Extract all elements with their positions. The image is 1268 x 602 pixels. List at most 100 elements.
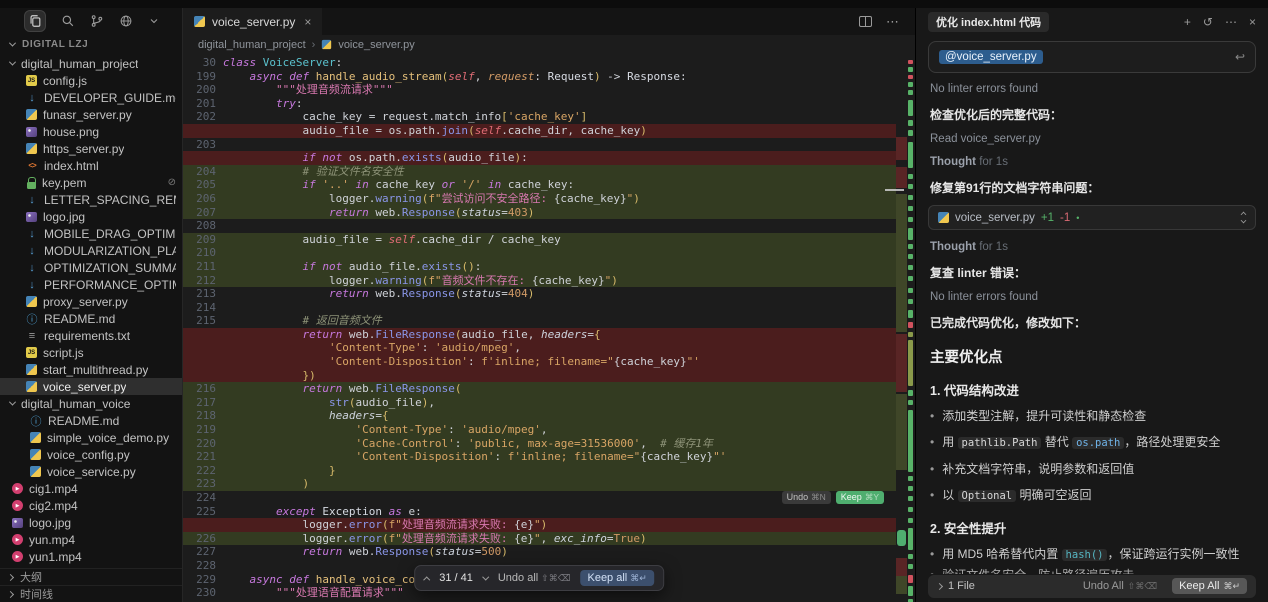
chevron-down-icon[interactable] (148, 15, 160, 27)
file-tree[interactable]: digital_human_projectJSconfig.js↓DEVELOP… (0, 54, 182, 568)
split-editor-icon[interactable] (859, 16, 872, 27)
line-number: 216 (183, 382, 216, 396)
code-line: 217 str(audio_file), (183, 396, 896, 410)
ai-chat-panel: 优化 index.html 代码 + ↺ ⋯ × @voice_server.p… (915, 8, 1268, 602)
diff-ruler-mark (908, 75, 913, 79)
tab-close-icon[interactable]: × (304, 15, 311, 29)
file-item-yun1-mp4[interactable]: ▶yun1.mp4 (0, 548, 182, 565)
source-control-icon[interactable] (90, 14, 104, 28)
file-item-logo-jpg[interactable]: logo.jpg (0, 514, 182, 531)
search-icon[interactable] (61, 14, 75, 28)
line-number: 228 (183, 559, 216, 573)
thought-row[interactable]: Thought for 1s (930, 241, 1254, 253)
code-line: 211 if not audio_file.exists(): (183, 260, 896, 274)
keep-change-button[interactable]: Keep⌘Y (836, 491, 884, 504)
file-item-voice-service-py[interactable]: voice_service.py (0, 463, 182, 480)
file-item-letter-spacing-remov-[interactable]: ↓LETTER_SPACING_REMOV... (0, 191, 182, 208)
file-mention-chip[interactable]: @voice_server.py (939, 50, 1043, 64)
diff-ruler-mark (908, 206, 913, 211)
diff-ruler-mark (908, 575, 913, 583)
panel-more-icon[interactable]: ⋯ (1225, 15, 1237, 29)
folder-item-digital-human-project[interactable]: digital_human_project (0, 55, 182, 72)
code-line: 219 'Content-Type': 'audio/mpeg', (183, 423, 896, 437)
diff-ruler-mark (908, 174, 913, 179)
panel-close-icon[interactable]: × (1249, 15, 1256, 29)
file-item-start-multithread-py[interactable]: start_multithread.py (0, 361, 182, 378)
outline-section[interactable]: 大纲 (0, 568, 182, 585)
timeline-section[interactable]: 时间线 (0, 585, 182, 602)
restore-checkpoint-icon[interactable]: ↩ (1235, 50, 1245, 64)
js-file-icon: JS (26, 75, 37, 86)
line-number: 211 (183, 260, 216, 274)
file-item-logo-jpg[interactable]: logo.jpg (0, 208, 182, 225)
file-item-funasr-server-py[interactable]: funasr_server.py (0, 106, 182, 123)
new-chat-icon[interactable]: + (1184, 15, 1191, 29)
line-number: 215 (183, 314, 216, 328)
diff-ruler-mark (908, 390, 913, 396)
file-item-config-js[interactable]: JSconfig.js (0, 72, 182, 89)
undo-all-button[interactable]: Undo all⇧⌘⌫ (498, 572, 571, 584)
line-number: 214 (183, 301, 216, 315)
file-item-readme-md[interactable]: ⓘREADME.md (0, 412, 182, 429)
code-line: 222 } (183, 464, 896, 478)
diff-ruler-mark (908, 120, 913, 126)
file-item-performance-optimiza-[interactable]: ↓PERFORMANCE_OPTIMIZA... (0, 276, 182, 293)
breadcrumb-file[interactable]: voice_server.py (338, 39, 414, 51)
prev-diff-icon[interactable] (423, 576, 430, 583)
next-diff-icon[interactable] (482, 573, 489, 580)
expand-icon[interactable] (1241, 212, 1246, 223)
tab-voice-server[interactable]: voice_server.py × (183, 8, 322, 35)
user-message[interactable]: @voice_server.py ↩ (928, 41, 1256, 73)
keep-all-files-button[interactable]: Keep All⌘↵ (1172, 578, 1247, 594)
file-label: yun.mp4 (29, 533, 75, 547)
file-label: voice_service.py (47, 465, 136, 479)
video-file-icon: ▶ (12, 534, 23, 545)
files-icon[interactable] (24, 10, 46, 32)
file-item-readme-md[interactable]: ⓘREADME.md (0, 310, 182, 327)
editor-more-icon[interactable]: ⋯ (886, 14, 899, 30)
code-editor[interactable]: 30class VoiceServer:199 async def handle… (183, 54, 896, 602)
file-item-requirements-txt[interactable]: ≡requirements.txt (0, 327, 182, 344)
diff-ruler-mark (908, 410, 913, 472)
file-label: voice_server.py (43, 380, 126, 394)
chevron-right-icon[interactable] (936, 583, 943, 590)
history-icon[interactable]: ↺ (1203, 15, 1213, 29)
code-line: logger.error(f"处理音频流请求失败: {e}") (183, 518, 896, 532)
code-line: 212 logger.warning(f"音频文件不存在: {cache_key… (183, 274, 896, 288)
file-item-https-server-py[interactable]: https_server.py (0, 140, 182, 157)
py-file-icon (30, 466, 41, 477)
globe-icon[interactable] (119, 14, 133, 28)
read-file-status[interactable]: Read voice_server.py (930, 133, 1254, 145)
file-item-proxy-server-py[interactable]: proxy_server.py (0, 293, 182, 310)
edited-file-chip[interactable]: voice_server.py +1 -1 • (928, 205, 1256, 230)
file-item-developer-guide-md[interactable]: ↓DEVELOPER_GUIDE.md (0, 89, 182, 106)
file-item-cig2-mp4[interactable]: ▶cig2.mp4 (0, 497, 182, 514)
file-item-index-html[interactable]: <>index.html (0, 157, 182, 174)
md-file-icon: ↓ (26, 92, 38, 104)
file-item-optimization-summary-[interactable]: ↓OPTIMIZATION_SUMMARY.... (0, 259, 182, 276)
undo-all-files-button[interactable]: Undo All⇧⌘⌫ (1083, 580, 1157, 592)
file-item-voice-config-py[interactable]: voice_config.py (0, 446, 182, 463)
minimap[interactable] (896, 54, 907, 602)
thought-row[interactable]: Thought for 1s (930, 156, 1254, 168)
chat-title[interactable]: 优化 index.html 代码 (928, 12, 1049, 32)
file-item-key-pem[interactable]: key.pem⊘ (0, 174, 182, 191)
file-item-mobile-drag-optimizati-[interactable]: ↓MOBILE_DRAG_OPTIMIZATI... (0, 225, 182, 242)
line-number: 209 (183, 233, 216, 247)
file-item-voice-server-py[interactable]: voice_server.py (0, 378, 182, 395)
file-item-script-js[interactable]: JSscript.js (0, 344, 182, 361)
diff-ruler-mark (908, 67, 913, 72)
file-item-modularization-plan-md[interactable]: ↓MODULARIZATION_PLAN.md (0, 242, 182, 259)
file-item-house-png[interactable]: house.png (0, 123, 182, 140)
folder-item-digital-human-voice[interactable]: digital_human_voice (0, 395, 182, 412)
minimap-diff-block (896, 558, 907, 576)
keep-all-button[interactable]: Keep all⌘↵ (580, 570, 653, 586)
py-file-icon (30, 449, 41, 460)
file-item-yun-mp4[interactable]: ▶ yun.mp4 (0, 531, 182, 548)
undo-change-button[interactable]: Undo⌘N (782, 491, 831, 504)
breadcrumb-folder[interactable]: digital_human_project (198, 39, 306, 51)
workspace-header[interactable]: DIGITAL LZJ (0, 34, 182, 54)
md-file-icon: ↓ (26, 279, 38, 291)
file-item-simple-voice-demo-py[interactable]: simple_voice_demo.py (0, 429, 182, 446)
file-item-cig1-mp4[interactable]: ▶cig1.mp4 (0, 480, 182, 497)
